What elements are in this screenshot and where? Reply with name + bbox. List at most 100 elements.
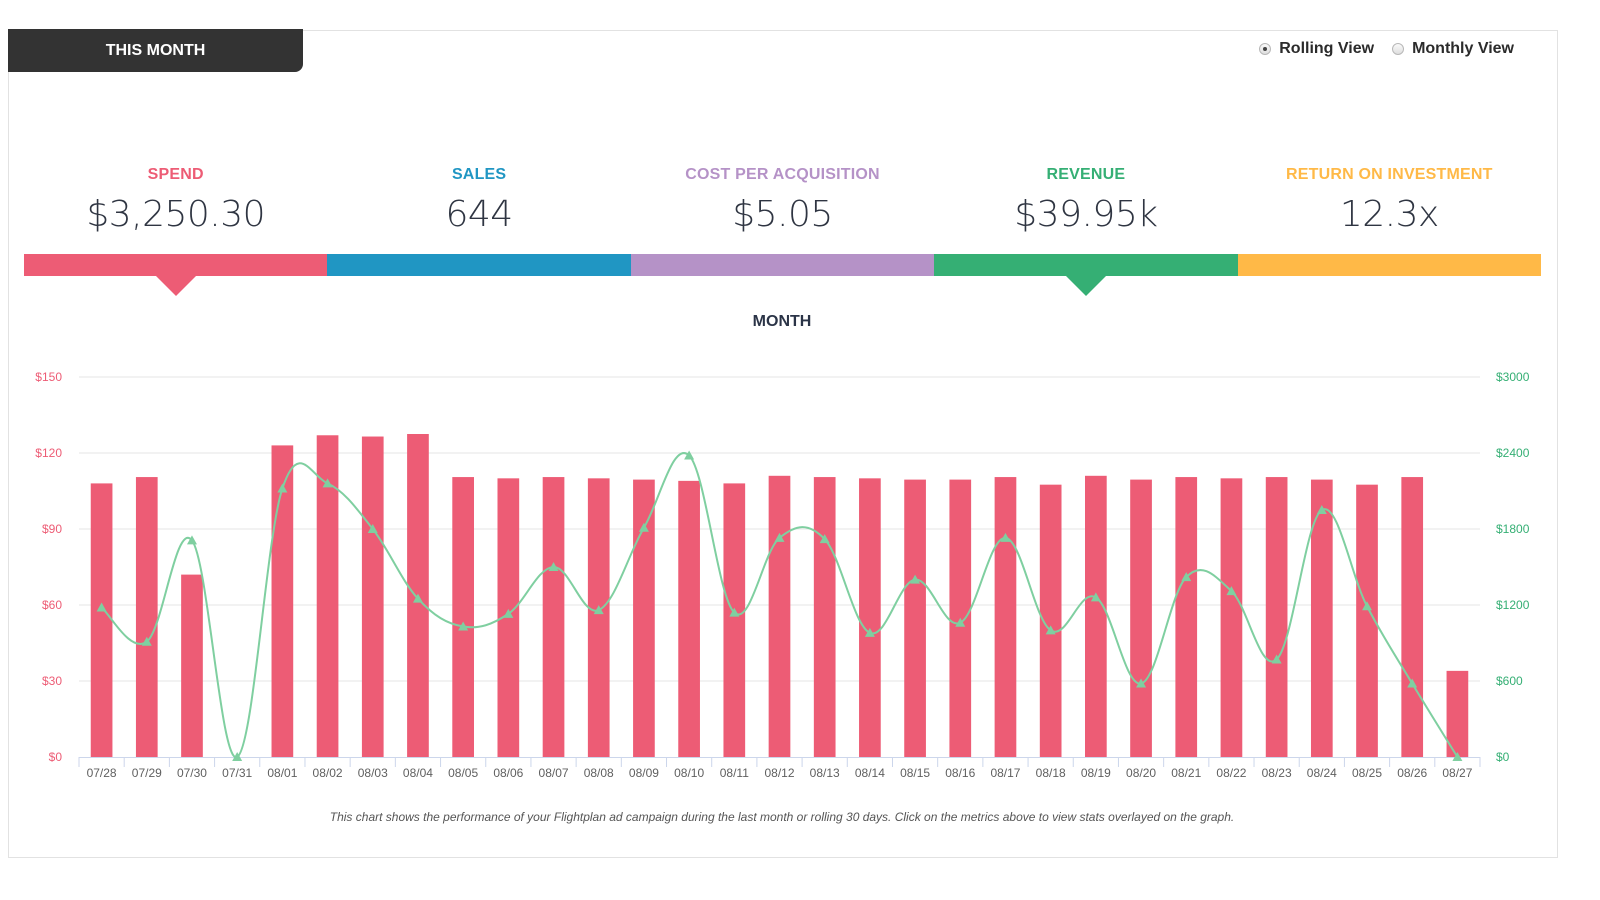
y-left-tick-label: $30 (42, 674, 62, 688)
x-tick-label: 08/26 (1397, 766, 1427, 780)
x-tick-label: 08/18 (1036, 766, 1066, 780)
x-tick-label: 08/25 (1352, 766, 1382, 780)
y-left-tick-label: $0 (49, 750, 63, 764)
x-tick-label: 08/27 (1442, 766, 1472, 780)
tab-label: THIS MONTH (105, 41, 206, 59)
spend-bar (813, 477, 836, 757)
spend-bar (1175, 477, 1198, 757)
x-tick-label: 08/15 (900, 766, 930, 780)
spend-bar (633, 479, 655, 757)
metric-color-bar (1237, 254, 1542, 276)
x-tick-label: 08/01 (267, 766, 297, 780)
spend-bar (994, 477, 1017, 757)
spend-bar (1220, 478, 1243, 757)
x-tick-label: 08/07 (539, 766, 569, 780)
metric-label: SPEND (147, 166, 204, 183)
y-right-tick-label: $1800 (1496, 522, 1530, 536)
x-tick-label: 08/17 (990, 766, 1020, 780)
spend-bar (904, 479, 926, 757)
spend-bar (1265, 477, 1288, 757)
revenue-point (684, 450, 695, 460)
monthly-view-label: Monthly View (1412, 40, 1514, 57)
monthly-view-radio[interactable] (1392, 43, 1405, 55)
x-tick-label: 08/21 (1171, 766, 1201, 780)
x-tick-label: 07/31 (222, 766, 252, 780)
y-left-tick-label: $90 (42, 522, 62, 536)
x-tick-label: 08/11 (720, 766, 749, 780)
x-tick-label: 08/08 (584, 766, 614, 780)
selected-indicator-arrow (1065, 276, 1106, 296)
metric-value: 644 (445, 194, 514, 235)
metric-value: 12.3x (1339, 194, 1439, 235)
x-tick-label: 07/28 (87, 766, 117, 780)
y-right-tick-label: $1200 (1496, 598, 1530, 612)
spend-bar (135, 477, 158, 757)
x-tick-label: 08/03 (358, 766, 388, 780)
metric-label: COST PER ACQUISITION (685, 166, 880, 183)
metric-sales[interactable]: SALES 644 (327, 160, 631, 300)
y-left-tick-label: $150 (35, 370, 62, 384)
x-tick-label: 08/24 (1307, 766, 1337, 780)
revenue-point (186, 535, 197, 545)
x-tick-label: 08/13 (810, 766, 840, 780)
spend-bar (90, 483, 113, 757)
metric-cost-per-acquisition[interactable]: COST PER ACQUISITION $5.05 (630, 160, 935, 300)
metric-revenue[interactable]: REVENUE $39.95k (934, 160, 1238, 300)
spend-bar (361, 436, 384, 757)
rolling-view-label: Rolling View (1279, 40, 1375, 57)
y-right-tick-label: $3000 (1496, 370, 1530, 384)
rolling-view-option[interactable]: Rolling View (1259, 40, 1374, 58)
spend-bar (1085, 475, 1107, 757)
spend-bar (678, 480, 700, 757)
y-right-tick-label: $2400 (1496, 446, 1530, 460)
x-tick-label: 08/14 (855, 766, 885, 780)
monthly-view-option[interactable]: Monthly View (1392, 40, 1514, 58)
this-month-tab[interactable]: THIS MONTH (8, 29, 303, 72)
spend-bar (1401, 477, 1424, 757)
spend-bar (452, 477, 474, 757)
spend-bar (859, 478, 881, 757)
metric-value: $5.05 (732, 194, 833, 235)
y-right-tick-label: $600 (1496, 674, 1523, 688)
spend-revenue-chart: $0 $30 $60 $90 $120 $150 $0 $600 $1200 $1800 $2400… (35, 370, 1530, 780)
y-left-tick-label: $120 (35, 446, 62, 460)
metric-color-bar (934, 254, 1238, 276)
x-tick-label: 07/30 (177, 766, 207, 780)
metric-value: $39.95k (1014, 194, 1158, 235)
x-tick-label: 08/06 (493, 766, 523, 780)
y-left-tick-label: $60 (42, 598, 62, 612)
x-tick-label: 08/12 (764, 766, 794, 780)
spend-bar (1130, 479, 1152, 757)
x-tick-label: 08/10 (674, 766, 704, 780)
metrics-row: SPEND $3,250.30 SALES 644 COST PER ACQUI… (24, 160, 1542, 300)
selected-indicator-arrow (155, 276, 196, 296)
x-tick-label: 08/02 (313, 766, 343, 780)
rolling-view-radio[interactable] (1259, 43, 1272, 55)
x-tick-label: 07/29 (132, 766, 162, 780)
x-tick-label: 08/09 (629, 766, 659, 780)
x-tick-label: 08/19 (1081, 766, 1111, 780)
spend-bar (768, 475, 791, 757)
x-tick-label: 08/23 (1262, 766, 1292, 780)
chart-title: MONTH (752, 313, 812, 330)
metric-color-bar (327, 254, 631, 276)
metric-spend[interactable]: SPEND $3,250.30 (24, 160, 328, 300)
spend-bar (723, 483, 746, 757)
metric-label: REVENUE (1046, 166, 1126, 183)
x-tick-label: 08/16 (945, 766, 975, 780)
x-tick-label: 08/05 (448, 766, 478, 780)
metric-return-on-investment[interactable]: RETURN ON INVESTMENT 12.3x (1237, 160, 1542, 300)
metric-label: SALES (451, 166, 507, 183)
spend-bar (542, 477, 565, 757)
metric-label: RETURN ON INVESTMENT (1285, 166, 1493, 183)
chart-footnote: This chart shows the performance of your… (329, 810, 1235, 824)
x-tick-label: 08/22 (1216, 766, 1246, 780)
spend-bar (181, 574, 203, 757)
metric-color-bar (630, 254, 935, 276)
x-tick-label: 08/04 (403, 766, 433, 780)
x-tick-label: 08/20 (1126, 766, 1156, 780)
view-toggle: Rolling View Monthly View (1259, 40, 1514, 58)
spend-bar (587, 478, 610, 757)
metric-color-bar (24, 254, 328, 276)
y-right-tick-label: $0 (1496, 750, 1510, 764)
